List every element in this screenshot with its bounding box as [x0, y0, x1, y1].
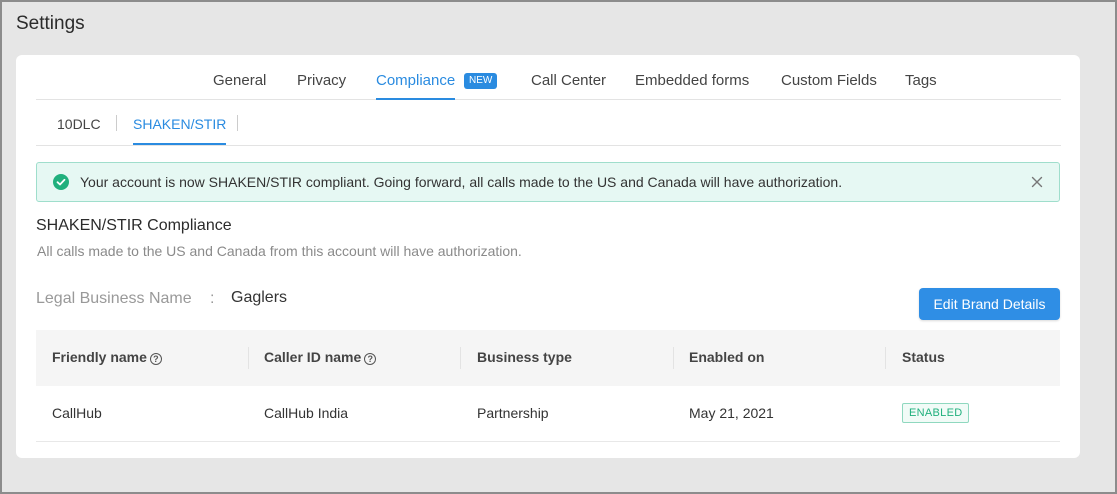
status-badge: ENABLED	[902, 403, 970, 423]
check-circle-icon	[53, 174, 69, 190]
tab-compliance-label: Compliance	[376, 72, 456, 89]
column-divider	[673, 347, 674, 369]
subtab-shaken-stir-label: SHAKEN/STIR	[133, 116, 227, 132]
edit-brand-details-button[interactable]: Edit Brand Details	[919, 288, 1060, 320]
cell-enabled-on: May 21, 2021	[689, 405, 774, 421]
new-badge: NEW	[464, 73, 498, 89]
main-tabs: General Privacy Compliance NEW Call Cent…	[36, 55, 1061, 100]
compliance-table: Friendly name? Caller ID name? Business …	[36, 330, 1060, 442]
help-icon[interactable]: ?	[364, 353, 377, 365]
subtab-shaken-stir[interactable]: SHAKEN/STIR	[133, 116, 227, 145]
tab-call-center[interactable]: Call Center	[531, 72, 606, 89]
tab-tags[interactable]: Tags	[905, 72, 937, 89]
success-alert: Your account is now SHAKEN/STIR complian…	[36, 162, 1060, 202]
active-tab-indicator	[376, 98, 456, 100]
table-header: Friendly name? Caller ID name? Business …	[36, 330, 1060, 386]
tab-privacy[interactable]: Privacy	[297, 72, 346, 89]
help-icon[interactable]: ?	[149, 353, 162, 365]
column-header-business-type: Business type	[477, 349, 572, 365]
column-divider	[885, 347, 886, 369]
legal-business-name-label: Legal Business Name	[36, 290, 192, 307]
cell-business-type: Partnership	[477, 405, 549, 421]
column-divider	[248, 347, 249, 369]
sub-tabs: 10DLC SHAKEN/STIR	[36, 101, 1061, 146]
legal-business-name-value: Gaglers	[231, 289, 288, 306]
label-separator: :	[210, 290, 215, 307]
close-icon[interactable]	[1029, 174, 1045, 190]
tab-custom-fields[interactable]: Custom Fields	[781, 72, 877, 89]
settings-card: General Privacy Compliance NEW Call Cent…	[16, 55, 1080, 458]
cell-caller-id-name: CallHub India	[264, 405, 349, 421]
table-row: CallHub CallHub India Partnership May 21…	[36, 386, 1060, 442]
column-header-friendly-name: Friendly name?	[52, 349, 162, 365]
active-subtab-indicator	[133, 143, 227, 145]
section-subtitle: All calls made to the US and Canada from…	[37, 243, 522, 259]
subtab-10dlc[interactable]: 10DLC	[57, 116, 101, 132]
alert-message: Your account is now SHAKEN/STIR complian…	[80, 174, 843, 190]
column-header-caller-id-name: Caller ID name?	[264, 349, 377, 365]
tab-general[interactable]: General	[213, 72, 266, 89]
subtab-divider	[237, 115, 238, 131]
column-header-enabled-on: Enabled on	[689, 349, 765, 365]
cell-friendly-name: CallHub	[52, 405, 102, 421]
column-header-label: Caller ID name	[264, 349, 362, 365]
column-header-label: Friendly name	[52, 349, 147, 365]
tab-compliance[interactable]: Compliance	[376, 72, 456, 100]
page-title: Settings	[16, 13, 85, 34]
section-title: SHAKEN/STIR Compliance	[36, 217, 232, 234]
subtab-divider	[116, 115, 117, 131]
column-divider	[460, 347, 461, 369]
tab-embedded-forms[interactable]: Embedded forms	[635, 72, 749, 89]
column-header-status: Status	[902, 349, 945, 365]
